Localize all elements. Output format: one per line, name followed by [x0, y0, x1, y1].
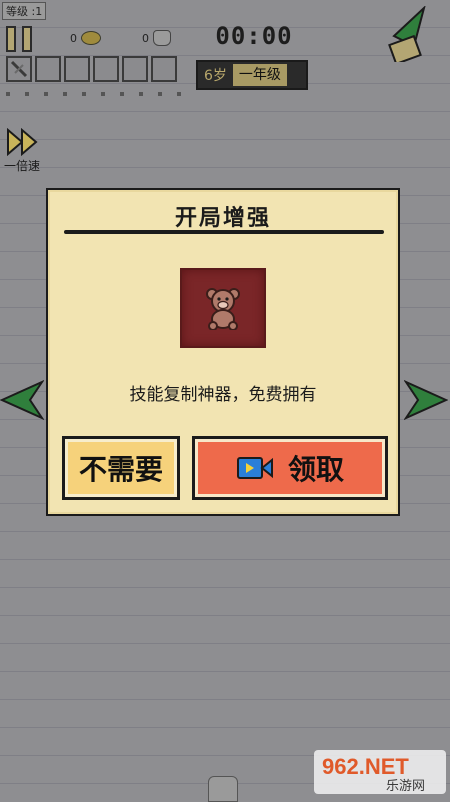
- coin-count: 0: [70, 31, 77, 45]
- watermark-logo: 962.NET 乐游网: [314, 750, 446, 794]
- speed-label: 一倍速: [4, 159, 41, 173]
- skill-slot[interactable]: [151, 56, 177, 82]
- skill-slot[interactable]: [64, 56, 90, 82]
- start-boost-dialog: 开局增强 技能复制神器，免费拥有 不需要 领取: [46, 188, 400, 516]
- decline-label: 不需要: [78, 453, 163, 486]
- left-arrow-icon[interactable]: [0, 380, 44, 420]
- teddy-bear-icon: [206, 288, 240, 330]
- level-label: 等级 :1: [2, 2, 47, 20]
- title-divider: [64, 230, 384, 234]
- watermark-subtitle: 乐游网: [386, 779, 425, 794]
- cat-counter: 0: [142, 30, 171, 46]
- pause-icon-bar: [22, 26, 32, 52]
- right-arrow-icon[interactable]: [404, 380, 448, 420]
- claim-label: 领取: [287, 453, 344, 486]
- skill-slots: [6, 56, 177, 82]
- age-grade-panel: 6岁 一年级: [196, 60, 308, 90]
- skill-slot[interactable]: [122, 56, 148, 82]
- cat-count: 0: [142, 31, 149, 45]
- skill-slot[interactable]: [35, 56, 61, 82]
- coin-counter: 0: [70, 30, 101, 46]
- dialog-title: 开局增强: [174, 206, 271, 231]
- pencil-tip-icon[interactable]: [384, 6, 434, 62]
- video-camera-icon: [236, 457, 273, 479]
- cat-character-icon: [208, 776, 238, 802]
- item-description: 技能复制神器，免费拥有: [129, 385, 317, 405]
- grade-label: 一年级: [232, 64, 287, 86]
- fast-forward-icon[interactable]: [6, 128, 40, 156]
- item-tile: [180, 268, 266, 348]
- pause-icon: [6, 26, 16, 52]
- skill-slot[interactable]: [6, 56, 32, 82]
- watermark-brand: 962.NET: [322, 754, 409, 779]
- claim-button[interactable]: 领取: [192, 436, 388, 500]
- slot-level-dots: [6, 92, 181, 96]
- game-timer: 00:00: [215, 22, 293, 50]
- pencil-icon: [10, 60, 28, 78]
- skill-slot[interactable]: [93, 56, 119, 82]
- pause-button[interactable]: [6, 26, 36, 52]
- cat-icon: [153, 30, 171, 46]
- age-label: 6岁: [204, 68, 227, 84]
- coin-icon: [81, 31, 101, 45]
- decline-button[interactable]: 不需要: [62, 436, 180, 500]
